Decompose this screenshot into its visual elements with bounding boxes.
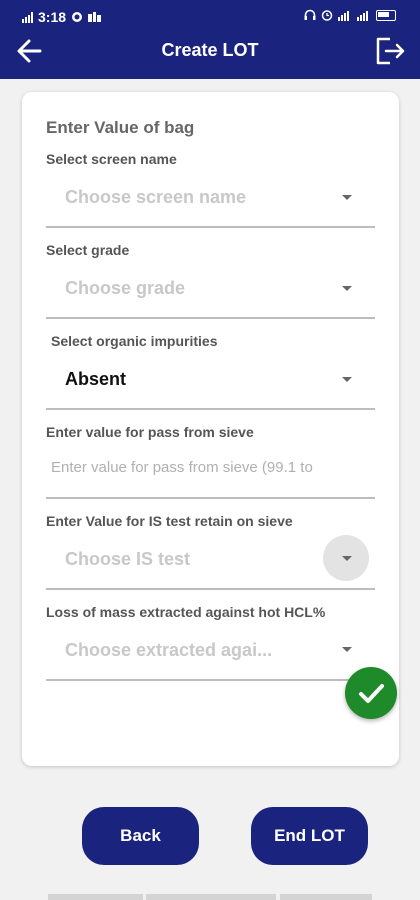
bottom-divider — [280, 894, 372, 900]
form-title: Enter Value of bag — [46, 118, 195, 137]
status-bar: 3:18 — [0, 0, 420, 34]
grade-label: Select grade — [46, 242, 130, 258]
pass-sieve-label: Enter value for pass from sieve — [46, 424, 254, 440]
pass-sieve-input[interactable]: Enter value for pass from sieve (99.1 to — [51, 459, 374, 476]
divider — [46, 317, 375, 319]
divider — [46, 408, 375, 410]
alarm-icon — [321, 10, 333, 21]
signal-icon — [22, 11, 33, 23]
divider — [46, 588, 375, 590]
screen-name-dropdown[interactable]: Choose screen name — [65, 187, 246, 208]
chevron-down-icon[interactable] — [342, 286, 352, 291]
checkmark-icon — [359, 684, 384, 703]
battery-icon — [376, 9, 396, 21]
wifi-signal-icon — [338, 10, 349, 21]
grade-dropdown[interactable]: Choose grade — [65, 278, 185, 299]
chevron-down-icon[interactable] — [342, 556, 352, 561]
back-button[interactable]: Back — [82, 807, 199, 865]
logout-icon[interactable] — [374, 36, 406, 66]
chevron-down-icon[interactable] — [342, 195, 352, 200]
is-test-label: Enter Value for IS test retain on sieve — [46, 513, 293, 529]
headphones-icon — [304, 9, 316, 20]
sim-icon — [88, 12, 102, 22]
divider — [46, 497, 375, 499]
screen-name-label: Select screen name — [46, 151, 177, 167]
bottom-divider — [48, 894, 143, 900]
page-title: Create LOT — [161, 40, 259, 60]
end-lot-button[interactable]: End LOT — [251, 807, 368, 865]
whatsapp-icon — [72, 12, 83, 22]
confirm-button[interactable] — [345, 667, 397, 719]
chevron-down-icon[interactable] — [342, 377, 352, 382]
divider — [46, 226, 375, 228]
form-card: Enter Value of bag Select screen name Ch… — [22, 92, 399, 766]
organic-impurities-dropdown[interactable]: Absent — [65, 369, 126, 390]
bottom-divider — [146, 894, 276, 900]
organic-impurities-label: Select organic impurities — [51, 333, 218, 349]
hcl-loss-label: Loss of mass extracted against hot HCL% — [46, 604, 326, 620]
is-test-dropdown[interactable]: Choose IS test — [65, 549, 190, 570]
cell-signal-icon — [357, 10, 368, 21]
divider — [46, 679, 375, 681]
status-time: 3:18 — [38, 9, 67, 25]
app-bar: 3:18 Create LOT — [0, 0, 420, 79]
hcl-loss-dropdown[interactable]: Choose extracted agai... — [65, 640, 272, 661]
chevron-down-icon[interactable] — [342, 647, 352, 652]
